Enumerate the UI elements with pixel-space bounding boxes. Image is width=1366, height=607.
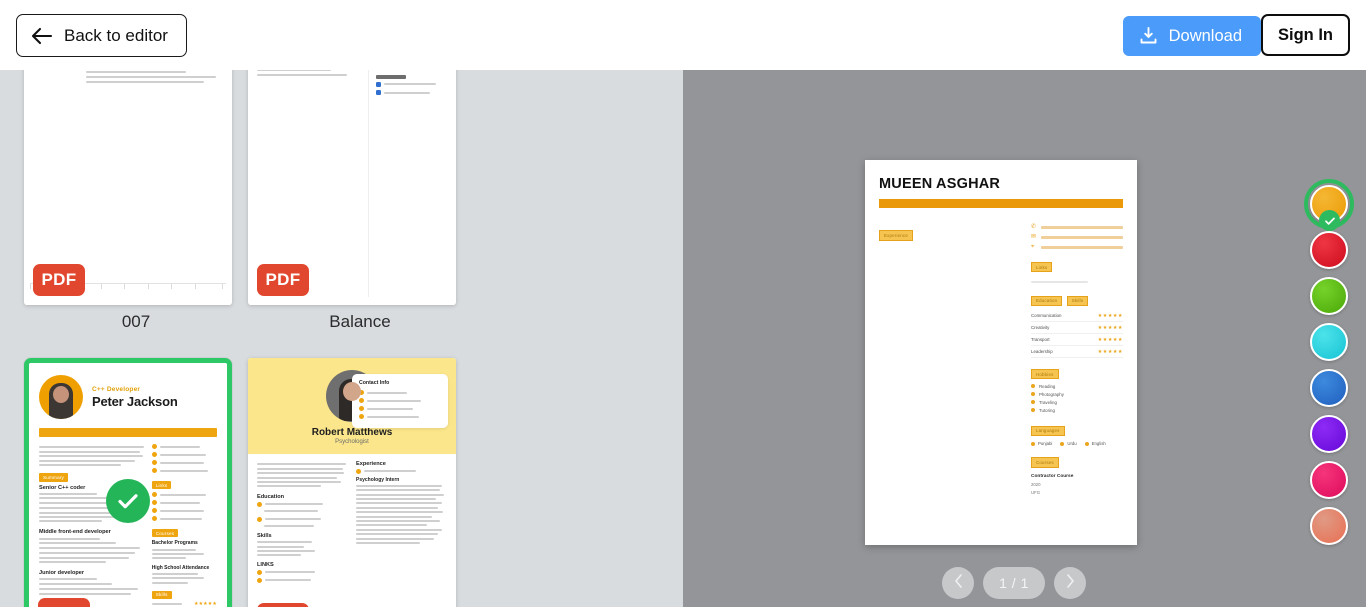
color-swatch-red[interactable] bbox=[1310, 231, 1348, 269]
color-swatch-blue[interactable] bbox=[1310, 369, 1348, 407]
prev-page-button[interactable] bbox=[942, 567, 974, 599]
hobby-item: Photography bbox=[1031, 392, 1123, 397]
color-swatch-green[interactable] bbox=[1310, 277, 1348, 315]
template-cell: PDF Balance bbox=[248, 46, 472, 350]
hobby-item: Traveling bbox=[1031, 400, 1123, 405]
contact-row: ⌖ bbox=[1031, 244, 1123, 250]
color-selected-check bbox=[1319, 210, 1340, 231]
contact-row: ✆ bbox=[1031, 224, 1123, 230]
sign-in-button[interactable]: Sign In bbox=[1261, 14, 1350, 56]
template-cell: PDF 007 bbox=[24, 46, 248, 350]
color-swatch-wrap bbox=[1298, 231, 1360, 270]
contact-title: Contact Info bbox=[359, 380, 390, 386]
pdf-badge: PDF bbox=[33, 264, 85, 296]
chevron-left-icon bbox=[954, 574, 963, 592]
hobby-item: Tutoring bbox=[1031, 408, 1123, 413]
template-name: Balance bbox=[329, 312, 391, 331]
color-swatch-wrap bbox=[1298, 461, 1360, 500]
template-cell: C++ Developer Peter Jackson Summary Seni… bbox=[24, 358, 248, 607]
back-to-editor-label: Back to editor bbox=[64, 25, 168, 45]
course-title: Contractor Course bbox=[1031, 473, 1074, 479]
accent-bar bbox=[879, 199, 1123, 208]
page-navigation: 1 / 1 bbox=[942, 567, 1086, 599]
color-swatch-cyan[interactable] bbox=[1310, 323, 1348, 361]
pdf-badge: PDF bbox=[38, 598, 90, 607]
pdf-badge: PDF bbox=[257, 264, 309, 296]
skill-row: Transport ★★★★★ bbox=[1031, 334, 1123, 347]
section-label-skills: Skills bbox=[1066, 295, 1089, 306]
color-swatch-list bbox=[1298, 179, 1360, 546]
selected-check-badge bbox=[106, 479, 150, 523]
app-header: Back to editor Download Sign In bbox=[0, 0, 1366, 70]
back-to-editor-button[interactable]: Back to editor bbox=[16, 14, 187, 57]
color-swatch-pink[interactable] bbox=[1310, 461, 1348, 499]
section-label-links: Links bbox=[1031, 262, 1053, 273]
template-thumbnail: Robert Matthews Psychologist Contact Inf… bbox=[248, 358, 456, 607]
color-swatch-purple[interactable] bbox=[1310, 415, 1348, 453]
color-swatch-wrap bbox=[1298, 277, 1360, 316]
color-swatch-salmon[interactable] bbox=[1310, 507, 1348, 545]
check-icon bbox=[118, 494, 138, 509]
section-label-courses: Courses bbox=[1031, 457, 1059, 468]
template-panel[interactable]: PDF 007 PDF Balance C++ Developer Peter … bbox=[0, 46, 683, 607]
template-card-bottomline[interactable]: C++ Developer Peter Jackson Summary Seni… bbox=[24, 358, 232, 607]
template-card-balance[interactable]: PDF bbox=[248, 46, 456, 305]
sign-in-label: Sign In bbox=[1278, 25, 1333, 44]
color-swatch-wrap bbox=[1298, 323, 1360, 362]
download-label: Download bbox=[1168, 26, 1242, 45]
course-line: UFG bbox=[1031, 489, 1041, 495]
chevron-right-icon bbox=[1066, 574, 1075, 592]
download-button[interactable]: Download bbox=[1122, 16, 1261, 56]
page-indicator: 1 / 1 bbox=[983, 567, 1045, 599]
languages-list: Punjabi Urdu English bbox=[1031, 441, 1123, 446]
template-grid: PDF 007 PDF Balance C++ Developer Peter … bbox=[0, 46, 683, 607]
section-label-hobbies: Hobbies bbox=[1031, 369, 1059, 380]
mail-icon: ✉ bbox=[1031, 234, 1037, 240]
hobby-item: Reading bbox=[1031, 384, 1123, 389]
skill-row: Creativity ★★★★★ bbox=[1031, 322, 1123, 335]
language-item: Punjabi bbox=[1031, 441, 1052, 446]
template-name: 007 bbox=[121, 312, 151, 331]
pin-icon: ⌖ bbox=[1031, 244, 1035, 250]
download-icon bbox=[1138, 26, 1159, 46]
color-swatch-wrap bbox=[1298, 507, 1360, 546]
language-item: Urdu bbox=[1060, 441, 1077, 446]
resume-document-preview[interactable]: MUEEN ASGHAR Experience ✆ ✉ ⌖ Links Educ… bbox=[865, 160, 1137, 545]
color-swatch-wrap bbox=[1298, 179, 1360, 231]
next-page-button[interactable] bbox=[1054, 567, 1086, 599]
preview-panel: MUEEN ASGHAR Experience ✆ ✉ ⌖ Links Educ… bbox=[683, 46, 1366, 607]
template-person: Robert Matthews bbox=[311, 427, 393, 438]
template-card-bubblegum[interactable]: Robert Matthews Psychologist Contact Inf… bbox=[248, 358, 456, 607]
section-label-languages: Languages bbox=[1031, 425, 1065, 436]
template-role: C++ Developer bbox=[92, 385, 141, 393]
resume-person-name: MUEEN ASGHAR bbox=[879, 176, 1001, 192]
skill-row: Leadership ★★★★★ bbox=[1031, 346, 1123, 359]
skill-row: Communication ★★★★★ bbox=[1031, 310, 1123, 323]
template-card-007[interactable]: PDF bbox=[24, 46, 232, 305]
section-label-experience: Experience bbox=[879, 230, 913, 241]
language-item: English bbox=[1084, 441, 1106, 446]
app-root: Back to editor Download Sign In PDF 007 … bbox=[0, 0, 1366, 607]
course-line: 2020 bbox=[1031, 481, 1041, 487]
resume-left-column: Experience bbox=[879, 224, 1017, 495]
contact-row: ✉ bbox=[1031, 234, 1123, 240]
pdf-badge: PDF bbox=[257, 603, 309, 607]
template-person: Peter Jackson bbox=[92, 393, 178, 409]
arrow-left-icon bbox=[31, 27, 53, 45]
avatar bbox=[39, 375, 83, 419]
phone-icon: ✆ bbox=[1031, 224, 1037, 230]
color-swatch-wrap bbox=[1298, 369, 1360, 408]
template-role: Psychologist bbox=[335, 439, 369, 445]
check-icon bbox=[1324, 217, 1335, 225]
section-label-education: Education bbox=[1031, 295, 1063, 306]
color-swatch-wrap bbox=[1298, 415, 1360, 454]
template-cell: Robert Matthews Psychologist Contact Inf… bbox=[248, 358, 472, 607]
resume-right-column: ✆ ✉ ⌖ Links Education Skills Communicati… bbox=[1031, 224, 1123, 495]
